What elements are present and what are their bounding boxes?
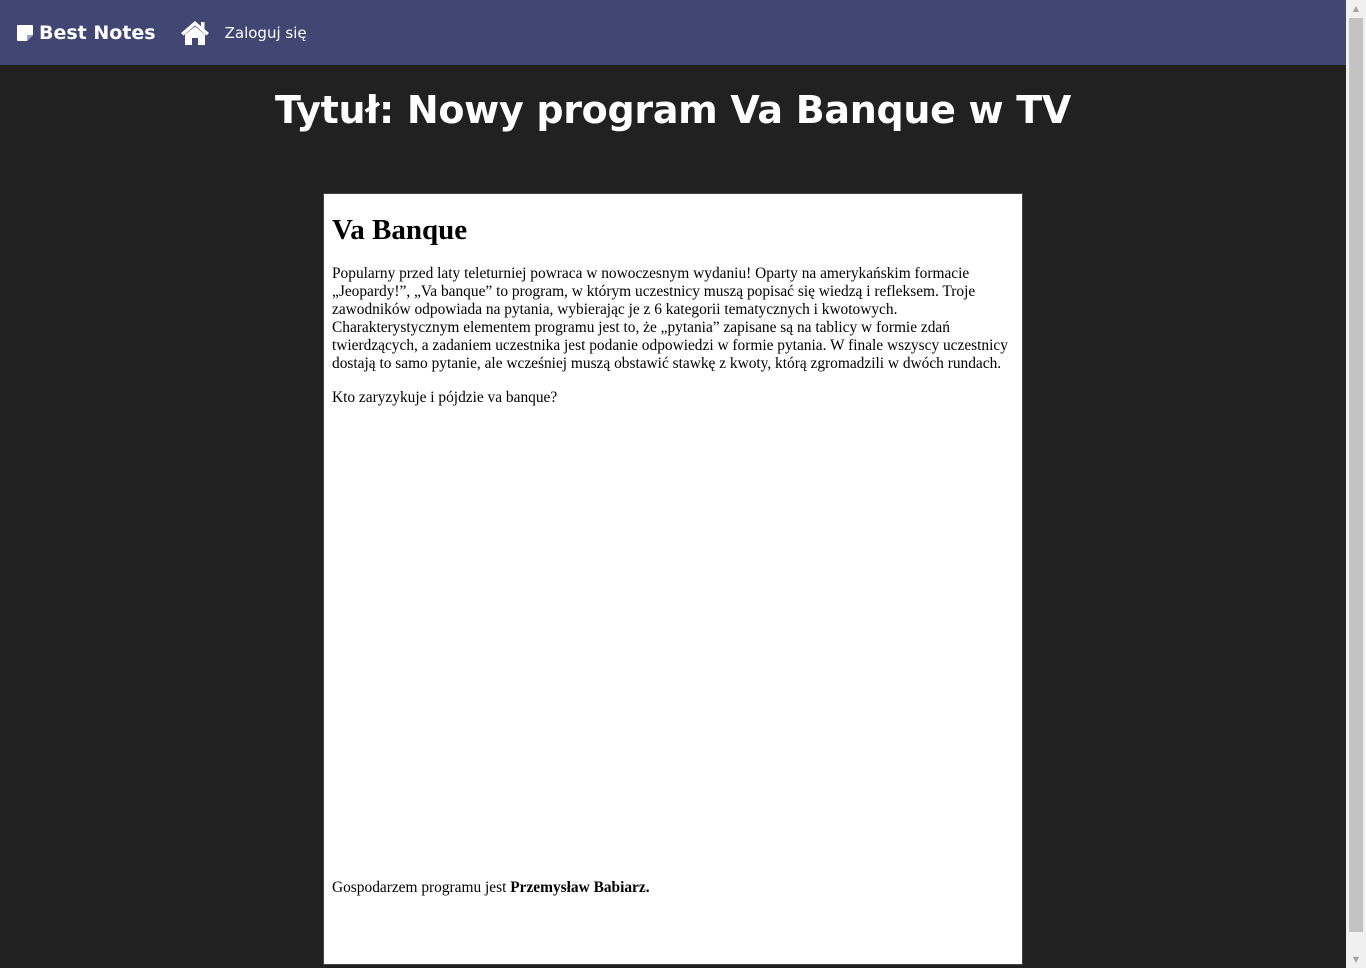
scroll-down-arrow-icon[interactable]: ▼ — [1346, 951, 1366, 968]
vertical-scrollbar[interactable]: ▲ ▼ — [1346, 0, 1366, 968]
login-link[interactable]: Zaloguj się — [225, 24, 307, 42]
brand-label: Best Notes — [39, 21, 156, 44]
note-footer-paragraph: Gospodarzem programu jest Przemysław Bab… — [332, 879, 650, 897]
note-icon — [16, 24, 34, 42]
scrollbar-thumb[interactable] — [1349, 18, 1363, 932]
note-footer-text: Gospodarzem programu jest — [332, 879, 511, 896]
home-button[interactable] — [180, 20, 210, 46]
note-content: Va Banque Popularny przed laty teleturni… — [323, 193, 1023, 965]
note-heading: Va Banque — [332, 214, 468, 246]
home-icon — [180, 20, 210, 46]
brand-link[interactable]: Best Notes — [16, 22, 156, 44]
note-paragraph: Popularny przed laty teleturniej powraca… — [332, 265, 1008, 372]
scroll-up-arrow-icon[interactable]: ▲ — [1346, 0, 1366, 17]
note-paragraph: Kto zaryzykuje i pójdzie va banque? — [332, 389, 558, 406]
page-title: Tytuł: Nowy program Va Banque w TV — [275, 88, 1071, 132]
navbar: Best Notes Zaloguj się — [0, 0, 1346, 65]
note-footer-host: Przemysław Babiarz. — [510, 879, 650, 896]
